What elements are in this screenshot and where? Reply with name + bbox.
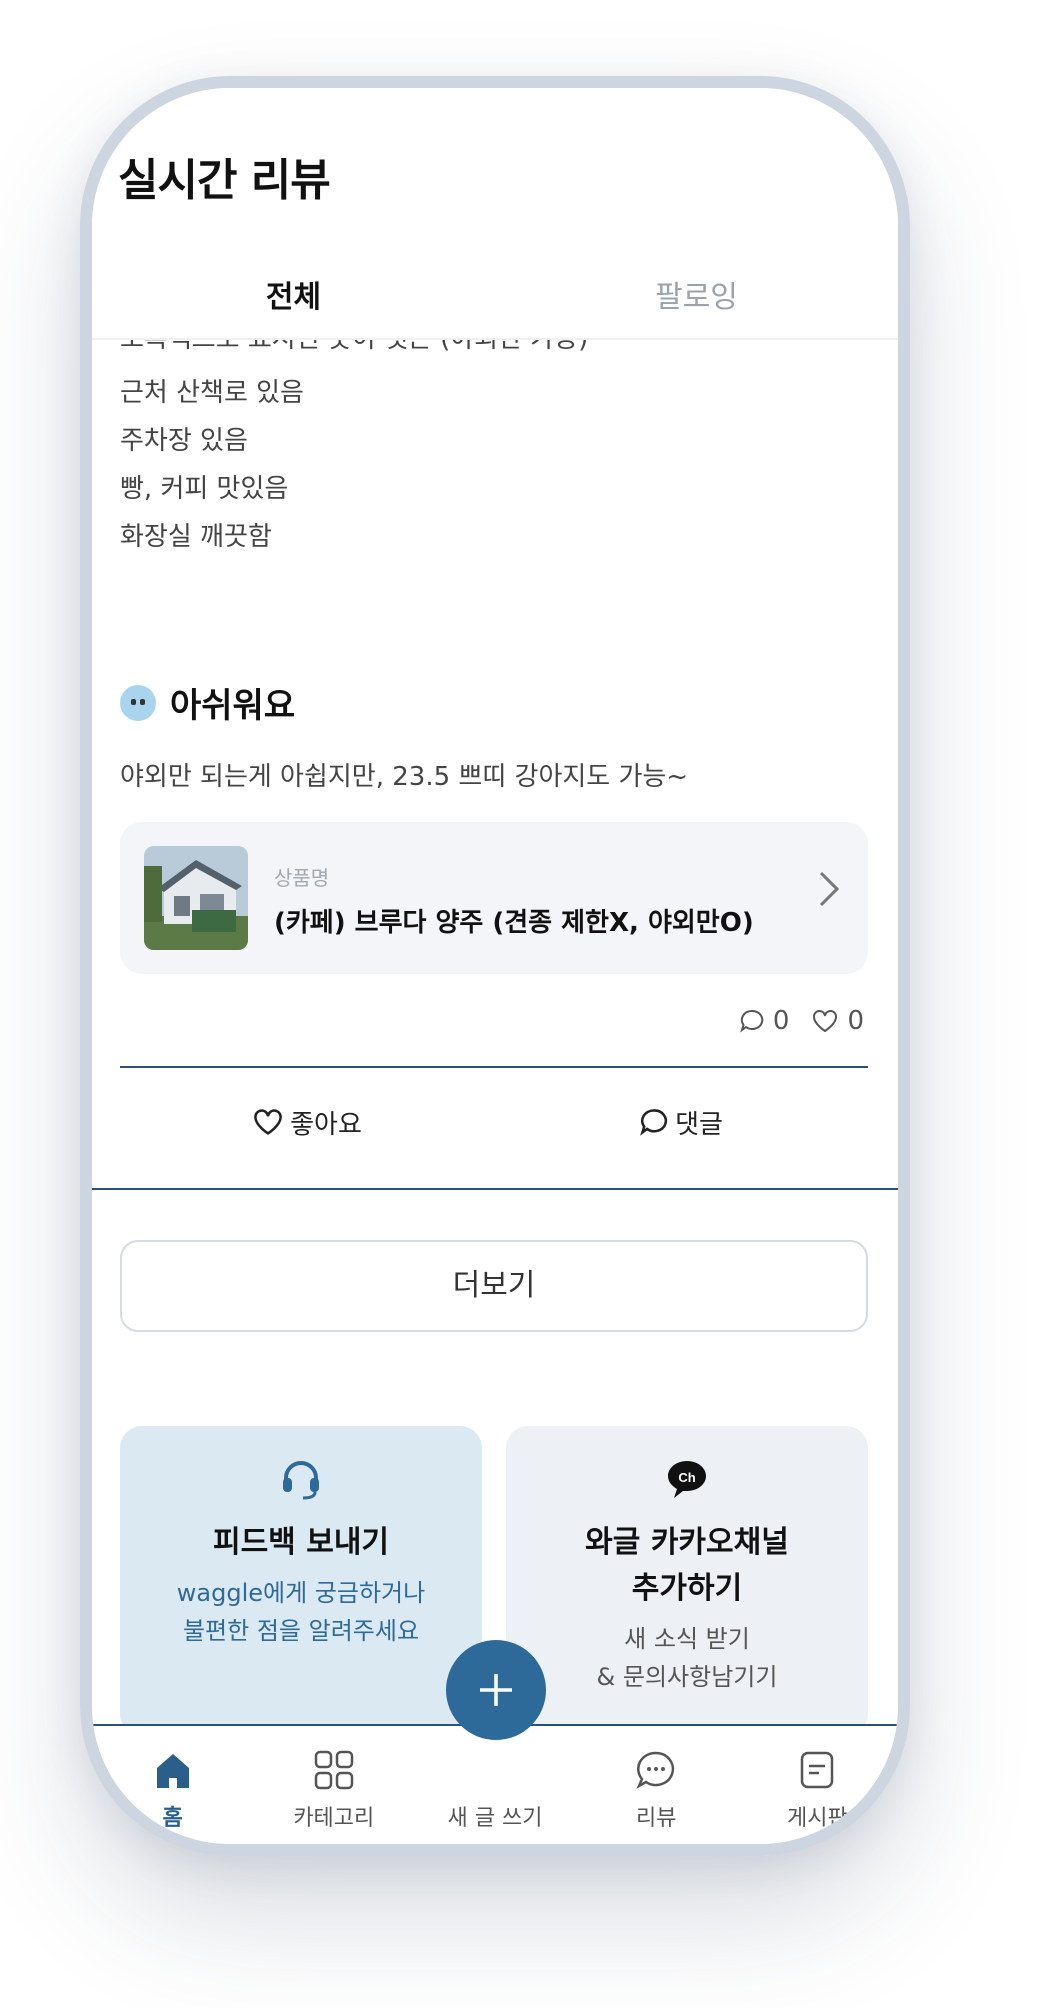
section-divider: [92, 1188, 898, 1190]
nav-board-label: 게시판: [787, 1806, 848, 1831]
product-name: (카페) 브루다 양주 (견종 제한X, 야외만O): [274, 908, 754, 938]
grid-icon: [314, 1750, 354, 1790]
app-screen: 실시간 리뷰 전체 팔로잉 초록색으로 표시된 곳이 펫존 (야외만 가능) 근…: [92, 88, 898, 1844]
nav-board[interactable]: 게시판: [737, 1726, 898, 1844]
chevron-right-icon: [818, 870, 840, 918]
new-post-button[interactable]: [446, 1640, 546, 1740]
more-button[interactable]: 더보기: [120, 1240, 868, 1332]
review-line: 화장실 깨끗함: [120, 522, 272, 552]
feedback-card[interactable]: 피드백 보내기 waggle에게 궁금하거나 불편한 점을 알려주세요: [120, 1426, 482, 1736]
nav-write-label: 새 글 쓰기: [447, 1806, 543, 1831]
like-count-value: 0: [847, 1006, 864, 1036]
product-label: 상품명: [274, 866, 330, 890]
headset-icon: [283, 1461, 319, 1500]
feedback-subtitle-line: 불편한 점을 알려주세요: [182, 1617, 420, 1645]
divider: [120, 1066, 868, 1068]
kakao-channel-icon: Ch: [668, 1461, 706, 1498]
review-feed: 초록색으로 표시된 곳이 펫존 (야외만 가능) 근처 산책로 있음 주차장 있…: [92, 324, 898, 1740]
feedback-subtitle-line: waggle에게 궁금하거나: [176, 1579, 426, 1607]
disappointment-heading: 아쉬워요: [120, 678, 295, 727]
heart-icon: [813, 1010, 838, 1033]
comment-label: 댓글: [675, 1109, 723, 1140]
app-header: 실시간 리뷰 전체 팔로잉: [92, 88, 898, 340]
product-card[interactable]: 상품명 (카페) 브루다 양주 (견종 제한X, 야외만O): [120, 822, 868, 974]
post-actions: 좋아요 댓글: [120, 1080, 868, 1164]
section-title: 아쉬워요: [170, 686, 296, 726]
kakao-title: 와글 카카오채널 추가하기: [506, 1520, 868, 1612]
like-label: 좋아요: [290, 1109, 362, 1140]
feedback-title: 피드백 보내기: [212, 1525, 390, 1560]
nav-home-label: 홈: [162, 1806, 183, 1831]
tab-bar: 전체 팔로잉: [92, 256, 898, 340]
svg-text:Ch: Ch: [678, 1470, 695, 1485]
nav-review-label: 리뷰: [635, 1806, 677, 1831]
kakao-subtitle-line: 새 소식 받기: [624, 1625, 750, 1653]
comment-icon: [740, 1009, 764, 1033]
comment-icon: [640, 1109, 668, 1136]
home-icon: [156, 1754, 189, 1788]
kakao-subtitle-line: & 문의사항남기기: [596, 1663, 778, 1691]
page-title: 실시간 리뷰: [118, 155, 331, 206]
chat-bubble-icon: [636, 1751, 675, 1789]
product-thumbnail: [144, 846, 248, 950]
comment-count-value: 0: [772, 1006, 790, 1036]
sad-face-icon: [120, 684, 156, 721]
kakao-title-line: 와글 카카오채널: [585, 1525, 789, 1560]
nav-write[interactable]: 새 글 쓰기: [414, 1726, 575, 1844]
comment-count: 0: [739, 1006, 790, 1036]
review-line: 빵, 커피 맛있음: [120, 474, 289, 504]
nav-category[interactable]: 카테고리: [253, 1726, 414, 1844]
tab-all[interactable]: 전체: [92, 256, 495, 340]
review-line: 근처 산책로 있음: [120, 378, 304, 408]
kakao-title-line: 추가하기: [631, 1571, 743, 1606]
plus-icon: [480, 1674, 512, 1706]
heart-icon: [254, 1109, 282, 1135]
nav-home[interactable]: 홈: [92, 1726, 253, 1844]
feedback-subtitle: waggle에게 궁금하거나 불편한 점을 알려주세요: [120, 1574, 482, 1650]
nav-category-label: 카테고리: [293, 1806, 375, 1831]
section-text: 야외만 되는게 아쉽지만, 23.5 쁘띠 강아지도 가능~: [120, 762, 689, 792]
tab-following[interactable]: 팔로잉: [495, 256, 898, 340]
review-line: 주차장 있음: [120, 426, 248, 456]
like-count: 0: [811, 1006, 864, 1036]
kakao-subtitle: 새 소식 받기 & 문의사항남기기: [506, 1620, 868, 1696]
phone-frame: 실시간 리뷰 전체 팔로잉 초록색으로 표시된 곳이 펫존 (야외만 가능) 근…: [80, 76, 910, 1856]
nav-review[interactable]: 리뷰: [576, 1726, 737, 1844]
engagement-counts: 0 0: [739, 1006, 864, 1036]
like-button[interactable]: 좋아요: [120, 1080, 494, 1164]
nav-write-spacer: [473, 1748, 517, 1792]
kakao-channel-card[interactable]: Ch 와글 카카오채널 추가하기 새 소식 받기 & 문의사항남기기: [506, 1426, 868, 1736]
document-icon: [801, 1751, 834, 1789]
comment-button[interactable]: 댓글: [494, 1080, 868, 1164]
bottom-navigation: 홈 카테고리 새 글 쓰기 리뷰 게시판: [92, 1724, 898, 1844]
